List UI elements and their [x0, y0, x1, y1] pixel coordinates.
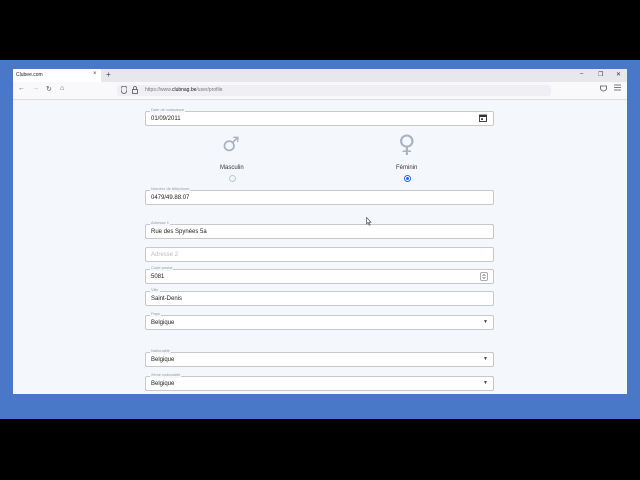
- nationality-select[interactable]: Nationalité Belgique ▼: [145, 348, 494, 367]
- address1-value: Rue des Spynées 5a: [151, 229, 207, 235]
- male-label: Masculin: [220, 165, 244, 171]
- chevron-down-icon: ▼: [483, 356, 488, 362]
- tab-strip: Clubee.com × + – ❐ ✕: [13, 69, 627, 82]
- second-nationality-select[interactable]: 2ème nationalité Belgique ▼: [145, 372, 494, 391]
- browser-tab[interactable]: Clubee.com ×: [13, 69, 101, 82]
- restore-button[interactable]: ❐: [598, 71, 603, 78]
- address1-field[interactable]: Adresse 1 Rue des Spynées 5a: [145, 220, 494, 239]
- nationality-label: Nationalité: [150, 348, 171, 354]
- tab-title: Clubee.com: [16, 72, 43, 78]
- phone-value: 0479/49.88.07: [151, 195, 190, 201]
- postal-code-field[interactable]: Code postal 5081: [145, 265, 494, 284]
- city-label: Ville: [150, 287, 160, 293]
- address-bar[interactable]: https://www.clubnag.be/user/profile ☆: [117, 85, 551, 96]
- mouse-cursor-icon: [366, 216, 372, 228]
- male-radio[interactable]: [229, 175, 236, 182]
- birthdate-label: Date de naissance: [150, 107, 186, 113]
- chevron-down-icon: ▼: [483, 319, 488, 325]
- home-button[interactable]: ⌂: [60, 85, 64, 92]
- female-symbol-icon: ♀: [398, 130, 416, 158]
- browser-window: Clubee.com × + – ❐ ✕ ← → ↻ ⌂ https://www…: [13, 69, 627, 394]
- second-nationality-label: 2ème nationalité: [150, 372, 182, 378]
- url-domain: clubnag.be: [171, 87, 197, 93]
- phone-field[interactable]: Numéro de téléphone 0479/49.88.07: [145, 186, 494, 205]
- pocket-icon[interactable]: [600, 85, 607, 94]
- reload-button[interactable]: ↻: [46, 85, 52, 93]
- second-nationality-value: Belgique: [151, 381, 175, 387]
- phone-label: Numéro de téléphone: [150, 186, 191, 192]
- lock-icon[interactable]: [132, 86, 138, 96]
- female-label: Féminin: [396, 165, 418, 171]
- url-prefix: https://www.: [145, 87, 172, 93]
- minimize-button[interactable]: –: [580, 71, 583, 77]
- city-field[interactable]: Ville Saint-Denis: [145, 287, 494, 306]
- postal-code-stepper[interactable]: [480, 272, 488, 281]
- menu-icon[interactable]: [614, 84, 621, 93]
- chevron-down-icon: ▼: [483, 380, 488, 386]
- forward-button[interactable]: →: [32, 85, 39, 92]
- nav-bar: ← → ↻ ⌂ https://www.clubnag.be/user/prof…: [13, 82, 627, 100]
- new-tab-button[interactable]: +: [106, 70, 111, 79]
- nationality-value: Belgique: [151, 357, 175, 363]
- close-window-button[interactable]: ✕: [616, 71, 621, 78]
- address2-placeholder: Adresse 2: [151, 252, 179, 258]
- birthdate-field[interactable]: Date de naissance 01/09/2011: [145, 107, 494, 126]
- back-button[interactable]: ←: [18, 85, 25, 92]
- country-select[interactable]: Pays Belgique ▼: [145, 311, 494, 330]
- postal-code-value: 5081: [151, 274, 165, 280]
- male-symbol-icon: ♂: [222, 132, 240, 156]
- birthdate-value: 01/09/2011: [151, 116, 181, 122]
- country-label: Pays: [150, 311, 161, 317]
- address1-label: Adresse 1: [150, 220, 171, 226]
- address2-field[interactable]: Adresse 2: [145, 247, 494, 262]
- url-text: https://www.clubnag.be/user/profile: [145, 87, 223, 93]
- shield-icon[interactable]: [120, 85, 128, 96]
- country-value: Belgique: [151, 320, 175, 326]
- calendar-icon[interactable]: [479, 114, 487, 124]
- postal-code-label: Code postal: [150, 265, 174, 271]
- female-radio[interactable]: [404, 175, 411, 182]
- tab-close-icon[interactable]: ×: [93, 71, 97, 77]
- url-path: /user/profile: [196, 87, 223, 93]
- city-value: Saint-Denis: [151, 296, 183, 302]
